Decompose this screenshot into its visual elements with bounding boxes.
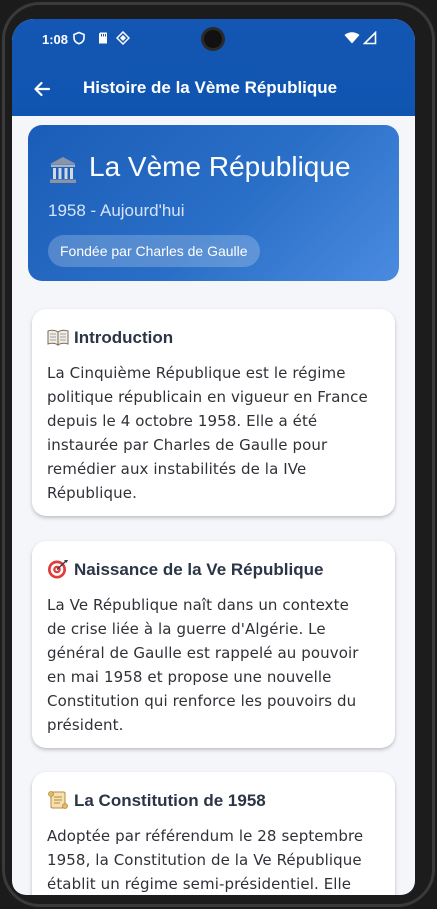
device-frame: 1:08 Histoire de la Vème République La V… (0, 0, 437, 909)
body-line: La Ve République naît dans un contexte (47, 596, 349, 614)
section-title-text: Naissance de la Ve République (74, 560, 324, 579)
hero-title: La Vème République (89, 151, 351, 182)
body-line: Constitution qui renforce les pouvoirs d… (47, 692, 357, 710)
section-title: Naissance de la Ve République (47, 559, 323, 580)
sd-card-icon (99, 32, 107, 44)
section-body: La Cinquième République est le régime po… (47, 361, 382, 505)
hero-subtitle: 1958 - Aujourd'hui (48, 201, 185, 220)
arrow-left-icon[interactable] (28, 75, 56, 103)
open-book-icon (47, 329, 69, 346)
section-title: La Constitution de 1958 (47, 790, 266, 811)
section-body: La Ve République naît dans un contexte d… (47, 593, 382, 737)
scroll-icon (48, 791, 68, 809)
body-line: depuis le 4 octobre 1958. Elle a été (47, 412, 318, 430)
body-line: 1958, la Constitution de la Ve Républiqu… (47, 851, 362, 869)
body-line: instaurée par Charles de Gaulle pour (47, 436, 328, 454)
body-line: La Cinquième République est le régime (47, 364, 346, 382)
section-card-introduction: Introduction La Cinquième République est… (32, 309, 395, 516)
body-line: remédier aux instabilités de la IVe (47, 460, 307, 478)
shield-icon (73, 31, 85, 45)
toolbar: Histoire de la Vème République (12, 63, 415, 115)
wifi-icon (344, 32, 360, 44)
body-line: politique républicain en vigueur en Fran… (47, 388, 368, 406)
front-camera (201, 27, 225, 51)
diamond-icon (116, 31, 130, 45)
section-card-naissance: Naissance de la Ve République La Ve Répu… (32, 541, 395, 748)
status-time: 1:08 (42, 32, 69, 47)
direct-hit-icon (48, 560, 68, 579)
body-line: Adoptée par référendum le 28 septembre (47, 827, 364, 845)
app-bar: 1:08 Histoire de la Vème République (12, 19, 415, 116)
screen: 1:08 Histoire de la Vème République La V… (12, 19, 415, 895)
page-title: Histoire de la Vème République (83, 78, 338, 97)
body-line: président. (47, 716, 124, 734)
classical-building-icon (50, 157, 76, 183)
body-line: de crise liée à la guerre d'Algérie. Le (47, 620, 326, 638)
section-card-constitution: La Constitution de 1958 Adoptée par réfé… (32, 772, 395, 895)
section-title-text: La Constitution de 1958 (74, 791, 266, 810)
hero-banner: La Vème République 1958 - Aujourd'hui Fo… (28, 125, 399, 281)
body-line: général de Gaulle est rappelé au pouvoir (47, 644, 359, 662)
body-line: République. (47, 484, 137, 502)
body-line: en mai 1958 et propose une nouvelle (47, 668, 332, 686)
section-title: Introduction (47, 327, 173, 348)
status-bar: 1:08 (12, 19, 415, 63)
founder-badge: Fondée par Charles de Gaulle (48, 235, 260, 267)
body-line: établit un régime semi-présidentiel. Ell… (47, 875, 352, 893)
section-title-text: Introduction (74, 328, 174, 347)
section-body: Adoptée par référendum le 28 septembre 1… (47, 824, 382, 895)
signal-icon (363, 31, 377, 45)
